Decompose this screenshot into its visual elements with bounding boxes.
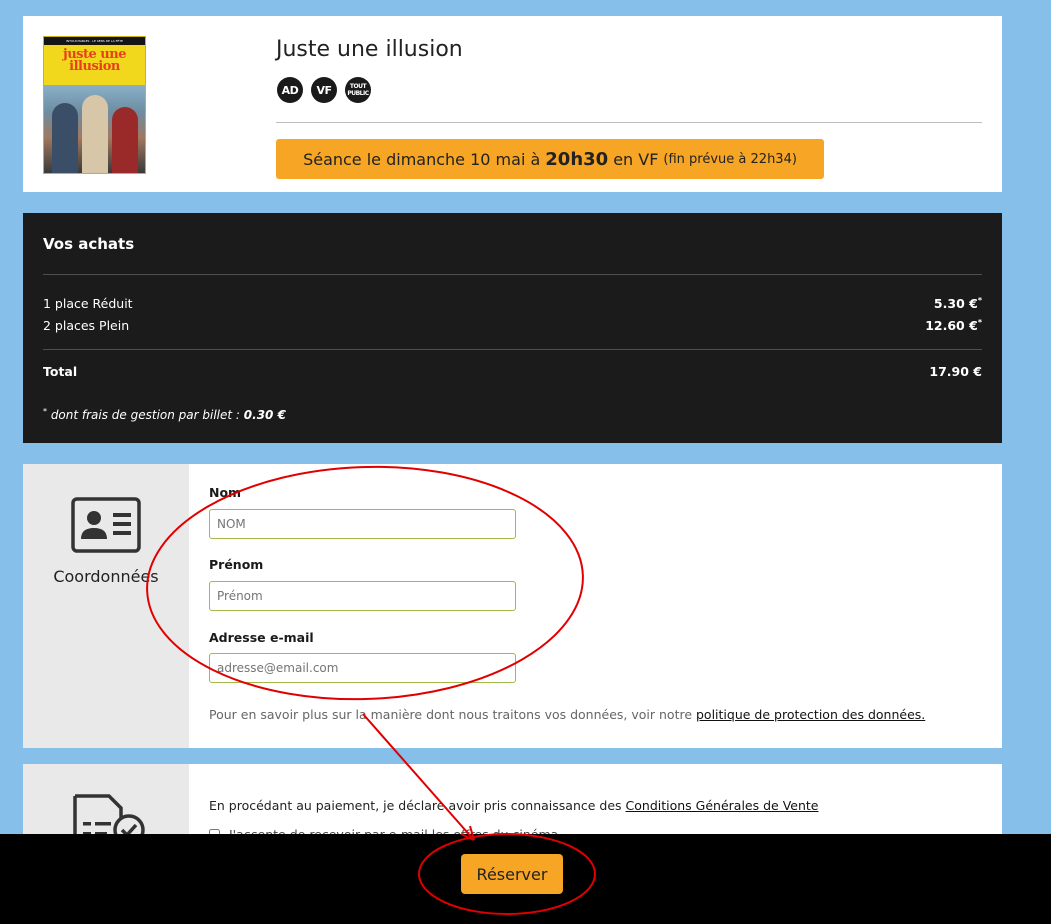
privacy-policy-link[interactable]: politique de protection des données. <box>696 707 925 722</box>
prenom-input[interactable] <box>209 581 516 611</box>
audio-description-icon: AD <box>277 77 303 103</box>
poster-title: juste une illusion <box>63 47 126 74</box>
seance-end: (fin prévue à 22h34) <box>663 151 797 167</box>
id-card-icon <box>71 497 141 553</box>
privacy-notice: Pour en savoir plus sur la manière dont … <box>209 707 926 722</box>
poster-photo <box>44 85 145 173</box>
fees-note: * dont frais de gestion par billet : 0.3… <box>43 407 286 422</box>
reserve-button[interactable]: Réserver <box>461 854 563 894</box>
email-label: Adresse e-mail <box>209 630 314 645</box>
nom-label: Nom <box>209 485 242 500</box>
purchase-price: 5.30 €* <box>933 296 982 312</box>
purchases-title: Vos achats <box>43 235 135 253</box>
poster-figure <box>112 107 138 173</box>
purchase-line: 1 place Réduit 5.30 €* <box>43 296 982 311</box>
contact-section-label: Coordonnées <box>53 567 159 586</box>
poster-figure <box>52 103 78 173</box>
seance-banner: Séance le dimanche 10 mai à 20h30 en VF … <box>276 139 824 179</box>
purchase-line: 2 places Plein 12.60 €* <box>43 318 982 333</box>
total-row: Total 17.90 € <box>43 364 982 379</box>
seance-version: en VF <box>613 149 659 169</box>
sticky-footer: Réserver <box>0 834 1051 924</box>
divider <box>276 122 982 123</box>
purchase-price: 12.60 €* <box>925 318 982 334</box>
total-value: 17.90 € <box>929 364 982 379</box>
cgv-statement: En procédant au paiement, je déclare avo… <box>209 798 819 813</box>
seance-time: 20h30 <box>545 148 609 170</box>
total-label: Total <box>43 364 78 379</box>
movie-badges: AD VF TOUT PUBLIC <box>277 77 371 103</box>
movie-title: Juste une illusion <box>276 37 463 62</box>
tout-public-icon: TOUT PUBLIC <box>345 77 371 103</box>
divider <box>43 349 982 350</box>
email-input[interactable] <box>209 653 516 683</box>
poster-top-text: INTOUCHABLES · LE SENS DE LA FÊTE <box>44 37 145 45</box>
cgv-link[interactable]: Conditions Générales de Vente <box>626 798 819 813</box>
purchase-label: 1 place Réduit <box>43 296 133 311</box>
nom-input[interactable] <box>209 509 516 539</box>
contact-section: Coordonnées Nom Prénom Adresse e-mail Po… <box>23 464 1002 748</box>
purchases-panel: Vos achats 1 place Réduit 5.30 €* 2 plac… <box>23 213 1002 443</box>
movie-card: INTOUCHABLES · LE SENS DE LA FÊTE juste … <box>23 16 1002 192</box>
contact-sidebar: Coordonnées <box>23 464 189 748</box>
vf-icon: VF <box>311 77 337 103</box>
movie-poster: INTOUCHABLES · LE SENS DE LA FÊTE juste … <box>43 36 146 174</box>
purchase-label: 2 places Plein <box>43 318 130 333</box>
poster-figure <box>82 95 108 173</box>
divider <box>43 274 982 275</box>
prenom-label: Prénom <box>209 557 264 572</box>
seance-prefix: Séance le dimanche 10 mai à <box>303 149 541 169</box>
